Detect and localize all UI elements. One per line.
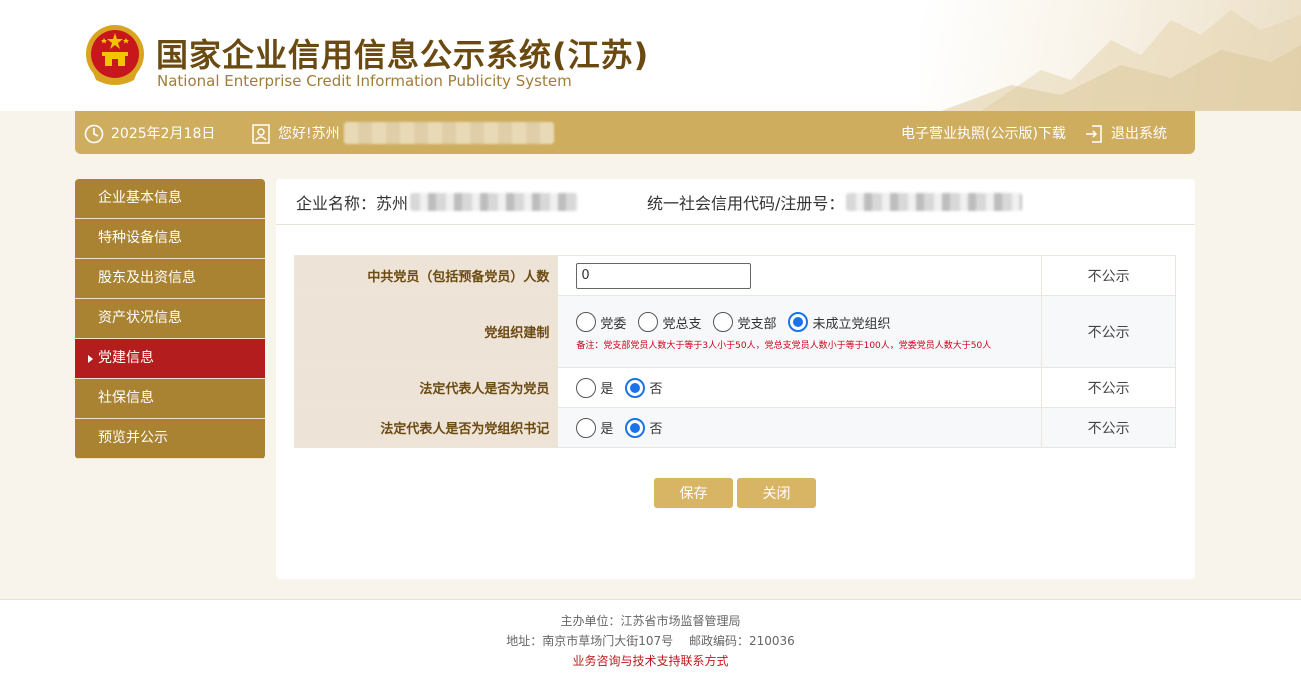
- footer-organizer: 主办单位：江苏省市场监督管理局: [560, 614, 741, 628]
- save-button[interactable]: 保存: [654, 478, 733, 508]
- publicity-status: 不公示: [1041, 295, 1176, 368]
- rep-is-secretary-options: 是 否: [576, 417, 1041, 438]
- radio-button[interactable]: [576, 417, 597, 438]
- radio-button[interactable]: [713, 312, 734, 332]
- site-subtitle: National Enterprise Credit Information P…: [157, 72, 572, 90]
- sidebar-item-assets[interactable]: 资产状况信息: [75, 299, 265, 339]
- site-title: 国家企业信用信息公示系统(江苏): [156, 36, 650, 74]
- sidebar-item-party-building[interactable]: 党建信息: [75, 339, 265, 379]
- publicity-status: 不公示: [1041, 367, 1176, 408]
- option-yes[interactable]: 是: [576, 377, 613, 398]
- license-download-link[interactable]: 电子营业执照(公示版)下载: [901, 111, 1066, 154]
- radio-button-selected[interactable]: [625, 417, 646, 438]
- sidebar-nav: 企业基本信息 特种设备信息 股东及出资信息 资产状况信息 党建信息 社保信息 预…: [75, 179, 265, 459]
- support-contact-link[interactable]: 业务咨询与技术支持联系方式: [0, 651, 1301, 671]
- top-bar: 2025年2月18日 您好!苏州 电子营业执照(公示版)下载 退出系统: [75, 111, 1195, 154]
- main-panel: 企业名称：苏州 统一社会信用代码/注册号： 中共党员（包括预备党员）人数 不公示…: [276, 179, 1195, 579]
- option-party-committee[interactable]: 党委: [576, 312, 626, 332]
- org-structure-note: 备注：党支部党员人数大于等于3人小于50人，党总支党员人数小于等于100人，党委…: [576, 341, 992, 351]
- sidebar-item-special-equipment[interactable]: 特种设备信息: [75, 219, 265, 259]
- user-icon: [251, 123, 270, 144]
- option-no[interactable]: 否: [625, 377, 662, 398]
- license-download-label[interactable]: 电子营业执照(公示版)下载: [901, 123, 1066, 143]
- option-no[interactable]: 否: [625, 417, 662, 438]
- publicity-status: 不公示: [1041, 255, 1176, 296]
- company-name: 企业名称：苏州: [296, 190, 647, 214]
- option-yes[interactable]: 是: [576, 417, 613, 438]
- radio-button[interactable]: [638, 312, 659, 332]
- action-buttons: 保存 关闭: [654, 478, 816, 508]
- national-emblem-icon: [84, 24, 146, 88]
- site-header: 国家企业信用信息公示系统(江苏) National Enterprise Cre…: [0, 0, 1301, 111]
- form-row-rep-is-secretary: 法定代表人是否为党组织书记 是 否 不公示: [293, 407, 1176, 448]
- rep-is-member-label: 法定代表人是否为党员: [293, 367, 559, 408]
- redacted-username: [343, 121, 554, 144]
- company-header: 企业名称：苏州 统一社会信用代码/注册号：: [276, 179, 1195, 225]
- member-count-input[interactable]: [576, 262, 752, 289]
- greeting-text: 您好!苏州: [278, 125, 340, 142]
- member-count-label: 中共党员（包括预备党员）人数: [293, 255, 559, 296]
- clock-icon: [84, 124, 104, 143]
- option-no-party-org[interactable]: 未成立党组织: [788, 312, 890, 332]
- option-party-branch[interactable]: 党支部: [713, 312, 776, 332]
- date-display: 2025年2月18日: [84, 111, 215, 154]
- radio-button[interactable]: [576, 312, 597, 332]
- form-row-member-count: 中共党员（包括预备党员）人数 不公示: [293, 255, 1176, 296]
- sidebar-item-basic-info[interactable]: 企业基本信息: [75, 179, 265, 219]
- org-structure-label: 党组织建制: [293, 295, 559, 368]
- radio-button[interactable]: [576, 377, 597, 398]
- publicity-status: 不公示: [1041, 407, 1176, 448]
- close-button[interactable]: 关闭: [737, 478, 816, 508]
- sidebar-item-preview-publish[interactable]: 预览并公示: [75, 419, 265, 459]
- radio-button-selected[interactable]: [625, 377, 646, 398]
- logout-icon: [1084, 124, 1102, 143]
- company-name-label: 企业名称：苏州: [296, 193, 409, 213]
- rep-is-secretary-label: 法定代表人是否为党组织书记: [293, 407, 559, 448]
- credit-code-label: 统一社会信用代码/注册号：: [647, 193, 845, 213]
- radio-button-selected[interactable]: [788, 312, 809, 332]
- redacted-credit-code: [846, 192, 1023, 211]
- sidebar-item-shareholders[interactable]: 股东及出资信息: [75, 259, 265, 299]
- form-row-rep-is-member: 法定代表人是否为党员 是 否 不公示: [293, 367, 1176, 408]
- mountain-decoration: [921, 0, 1301, 111]
- footer-address: 地址：南京市草场门大街107号 邮政编码：210036: [506, 634, 795, 648]
- credit-code: 统一社会信用代码/注册号：: [647, 190, 1023, 214]
- option-general-branch[interactable]: 党总支: [638, 312, 701, 332]
- redacted-company-name: [410, 192, 579, 211]
- date-text: 2025年2月18日: [111, 125, 216, 142]
- org-structure-options: 党委 党总支 党支部 未成立党组织: [576, 312, 1041, 332]
- logout-label[interactable]: 退出系统: [1111, 123, 1167, 143]
- user-greeting: 您好!苏州: [251, 111, 554, 154]
- logout-button[interactable]: 退出系统: [1084, 111, 1167, 154]
- party-info-form: 中共党员（包括预备党员）人数 不公示 党组织建制 党委 党总支 党支部 未成立党…: [293, 255, 1176, 448]
- site-footer: 主办单位：江苏省市场监督管理局 地址：南京市草场门大街107号 邮政编码：210…: [0, 599, 1301, 684]
- form-row-org-structure: 党组织建制 党委 党总支 党支部 未成立党组织 备注：党支部党员人数大于等于3人…: [293, 295, 1176, 368]
- rep-is-member-options: 是 否: [576, 377, 1041, 398]
- sidebar-item-social-security[interactable]: 社保信息: [75, 379, 265, 419]
